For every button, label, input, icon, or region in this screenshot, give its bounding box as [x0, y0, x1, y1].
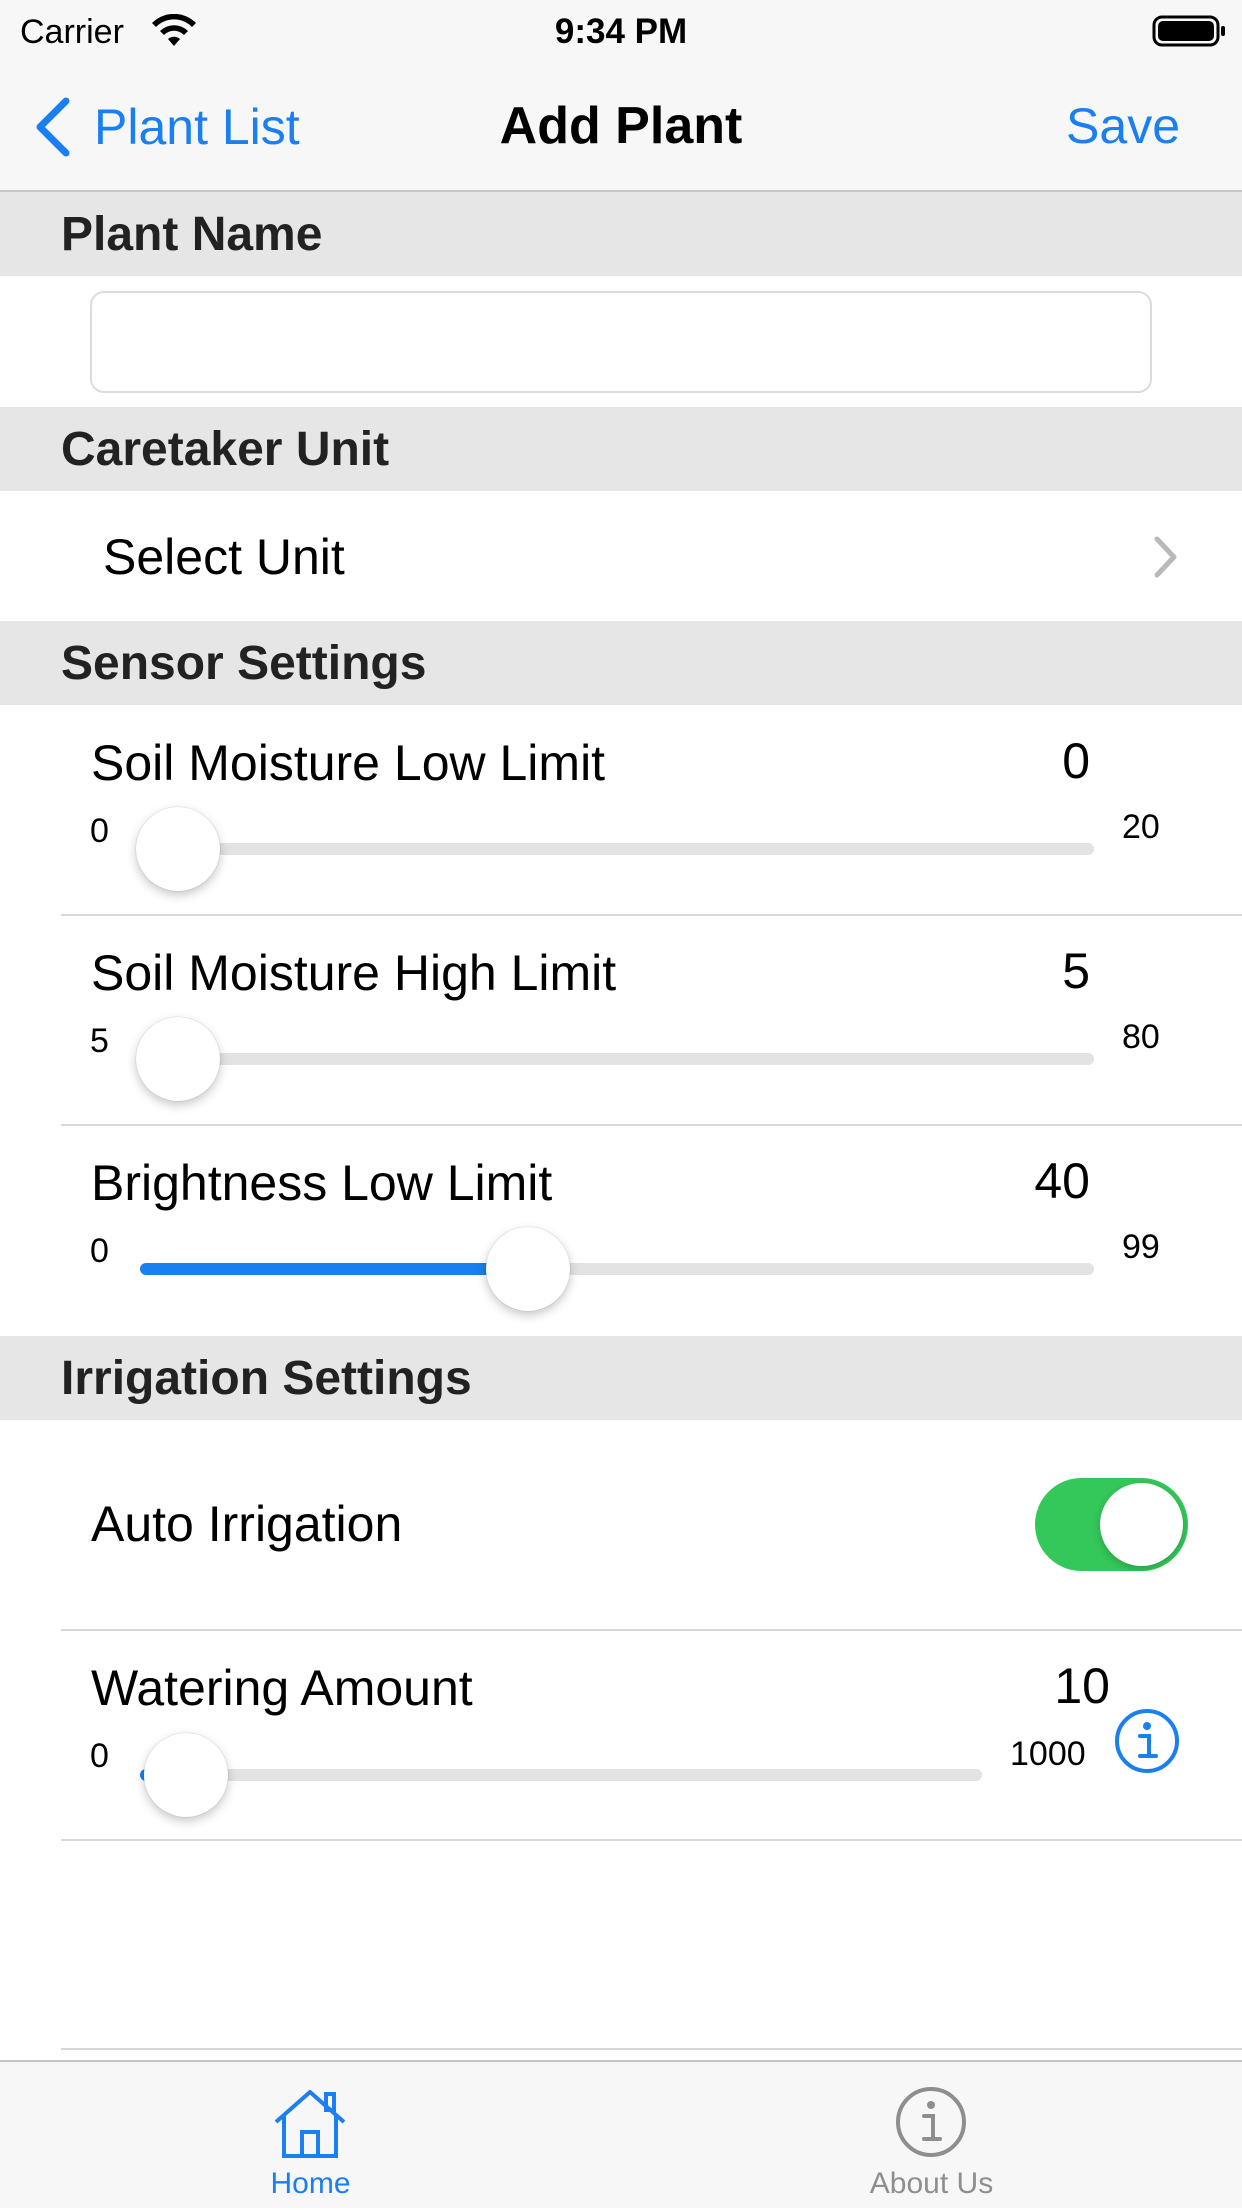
auto-irrigation-label: Auto Irrigation — [91, 1496, 403, 1552]
watering-amount-value: 10 — [1054, 1658, 1110, 1714]
slider-max-label: 1000 — [1010, 1735, 1086, 1773]
soil-moisture-low-row: Soil Moisture Low Limit 0 0 20 — [0, 705, 1242, 915]
section-title: Sensor Settings — [61, 637, 427, 690]
section-header-plant-name: Plant Name — [0, 192, 1242, 276]
info-icon — [896, 2087, 966, 2157]
slider-thumb[interactable] — [144, 1733, 228, 1817]
row-divider — [61, 2048, 1242, 2050]
soil-moisture-high-label: Soil Moisture High Limit — [91, 945, 617, 1001]
section-header-irrigation-settings: Irrigation Settings — [0, 1336, 1242, 1420]
slider-max-label: 20 — [1122, 808, 1160, 846]
soil-moisture-high-row: Soil Moisture High Limit 5 5 80 — [0, 915, 1242, 1125]
soil-moisture-low-slider[interactable] — [136, 807, 1094, 891]
select-unit-row[interactable]: Select Unit — [0, 491, 1242, 621]
auto-irrigation-toggle[interactable] — [1035, 1478, 1188, 1571]
section-header-sensor-settings: Sensor Settings — [0, 621, 1242, 705]
house-icon — [274, 2090, 346, 2158]
auto-irrigation-row: Auto Irrigation — [0, 1420, 1242, 1628]
status-bar: Carrier 9:34 PM — [0, 0, 1242, 62]
row-divider — [61, 1839, 1242, 1841]
save-button[interactable]: Save — [1066, 96, 1180, 156]
soil-moisture-high-value: 5 — [1062, 943, 1090, 999]
slider-min-label: 0 — [90, 1232, 109, 1270]
status-time: 9:34 PM — [554, 12, 688, 51]
tab-label: About Us — [869, 2167, 994, 2200]
brightness-low-label: Brightness Low Limit — [91, 1155, 553, 1211]
tab-bar: Home About Us — [0, 2060, 1242, 2208]
chevron-right-icon — [1154, 536, 1177, 578]
toggle-knob — [1100, 1483, 1183, 1566]
tab-label: Home — [270, 2167, 351, 2200]
slider-thumb[interactable] — [136, 807, 220, 891]
navigation-bar: Plant List Add Plant Save — [0, 62, 1242, 192]
plant-name-input[interactable] — [90, 291, 1152, 393]
soil-moisture-low-label: Soil Moisture Low Limit — [91, 735, 606, 791]
slider-min-label: 0 — [90, 812, 109, 850]
watering-amount-slider[interactable] — [140, 1733, 982, 1817]
slider-thumb[interactable] — [136, 1017, 220, 1101]
slider-max-label: 99 — [1122, 1228, 1160, 1266]
brightness-low-slider[interactable] — [140, 1227, 1094, 1311]
slider-max-label: 80 — [1122, 1018, 1160, 1056]
info-icon[interactable] — [1112, 1706, 1182, 1776]
section-title: Plant Name — [61, 208, 323, 261]
select-unit-label: Select Unit — [103, 529, 345, 585]
tab-home[interactable]: Home — [0, 2062, 621, 2210]
watering-amount-row: Watering Amount 10 0 1000 — [0, 1630, 1242, 1840]
slider-min-label: 5 — [90, 1022, 109, 1060]
slider-thumb[interactable] — [486, 1227, 570, 1311]
section-title: Caretaker Unit — [61, 423, 390, 476]
tab-about-us[interactable]: About Us — [621, 2062, 1242, 2210]
brightness-low-value: 40 — [1034, 1153, 1090, 1209]
soil-moisture-high-slider[interactable] — [136, 1017, 1094, 1101]
section-header-caretaker-unit: Caretaker Unit — [0, 407, 1242, 491]
slider-min-label: 0 — [90, 1737, 109, 1775]
section-title: Irrigation Settings — [61, 1352, 472, 1405]
page-title: Add Plant — [499, 97, 743, 155]
brightness-low-row: Brightness Low Limit 40 0 99 — [0, 1125, 1242, 1335]
soil-moisture-low-value: 0 — [1062, 733, 1090, 789]
battery-icon — [1152, 15, 1225, 47]
watering-amount-label: Watering Amount — [91, 1660, 473, 1716]
slider-fill — [140, 1263, 528, 1275]
